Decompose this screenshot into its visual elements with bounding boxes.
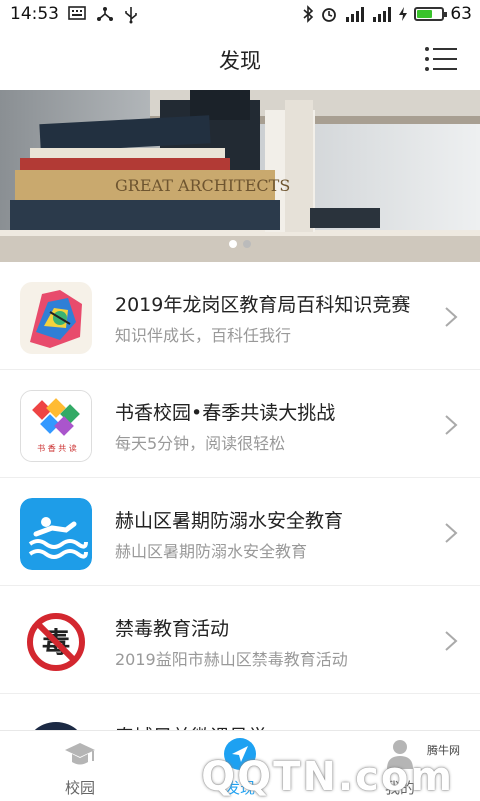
network-share-icon	[97, 7, 113, 21]
chevron-right-icon	[445, 631, 458, 651]
menu-button[interactable]	[424, 46, 458, 72]
alarm-icon	[322, 8, 337, 22]
carousel-dot[interactable]	[243, 240, 251, 248]
thumb-text: 书 香 共 读	[37, 443, 77, 453]
keyboard-icon	[68, 6, 86, 20]
chevron-right-icon	[445, 415, 458, 435]
badge-icon	[20, 714, 92, 730]
signal-icon	[373, 7, 392, 22]
graduation-cap-icon	[65, 743, 95, 765]
watermark-logo: QQTN.com	[201, 754, 454, 800]
item-subtitle: 知识伴成长，百科任我行	[115, 326, 292, 345]
signal-4g-icon	[346, 7, 365, 22]
watermark: 腾牛网 QQTN.com	[201, 740, 474, 800]
colorful-art-icon	[20, 282, 92, 354]
chevron-right-icon	[445, 307, 458, 327]
swimming-icon	[20, 498, 92, 570]
usb-icon	[125, 7, 137, 24]
carousel-dot[interactable]	[229, 240, 237, 248]
list-item[interactable]: 2019年龙岗区教育局百科知识竞赛 知识伴成长，百科任我行	[0, 262, 480, 370]
item-title: 2019年龙岗区教育局百科知识竞赛	[115, 294, 411, 316]
item-title: 赫山区暑期防溺水安全教育	[115, 510, 344, 532]
list-menu-icon	[425, 47, 457, 71]
tab-campus[interactable]: 校园	[0, 731, 160, 801]
bluetooth-icon	[303, 5, 314, 23]
bookshelf-image: GREAT ARCHITECTS	[0, 90, 480, 262]
chevron-right-icon	[445, 523, 458, 543]
tab-label: 校园	[64, 779, 95, 797]
item-title: 书香校园•春季共读大挑战	[115, 402, 336, 424]
battery-level: 63	[450, 4, 472, 24]
no-drugs-icon: 毒	[20, 606, 92, 678]
list-item[interactable]: 书 香 共 读 书香校园•春季共读大挑战 每天5分钟，阅读很轻松	[0, 370, 480, 478]
app-header: 发现	[0, 30, 480, 90]
item-subtitle: 2019益阳市赫山区禁毒教育活动	[115, 650, 348, 669]
battery-icon	[414, 7, 448, 21]
list-item[interactable]: 毒 禁毒教育活动 2019益阳市赫山区禁毒教育活动	[0, 586, 480, 694]
charging-icon	[399, 7, 408, 21]
status-time: 14:53	[10, 4, 59, 24]
list-item[interactable]: 赫山区暑期防溺水安全教育 赫山区暑期防溺水安全教育	[0, 478, 480, 586]
banner-carousel[interactable]: GREAT ARCHITECTS	[0, 90, 480, 262]
activity-list: 2019年龙岗区教育局百科知识竞赛 知识伴成长，百科任我行 书 香 共 读 书香…	[0, 262, 480, 730]
status-bar: 14:53 63	[0, 0, 480, 30]
list-item[interactable]: 泰城兄弟微课号学	[0, 694, 480, 730]
book-reading-icon: 书 香 共 读	[20, 390, 92, 462]
page-title: 发现	[219, 49, 261, 73]
banner-book-title: GREAT ARCHITECTS	[115, 176, 290, 195]
item-title: 泰城兄弟微课号学	[115, 722, 267, 730]
item-subtitle: 每天5分钟，阅读很轻松	[115, 434, 286, 453]
carousel-dots	[0, 240, 480, 248]
item-subtitle: 赫山区暑期防溺水安全教育	[115, 542, 308, 561]
item-title: 禁毒教育活动	[115, 618, 230, 640]
